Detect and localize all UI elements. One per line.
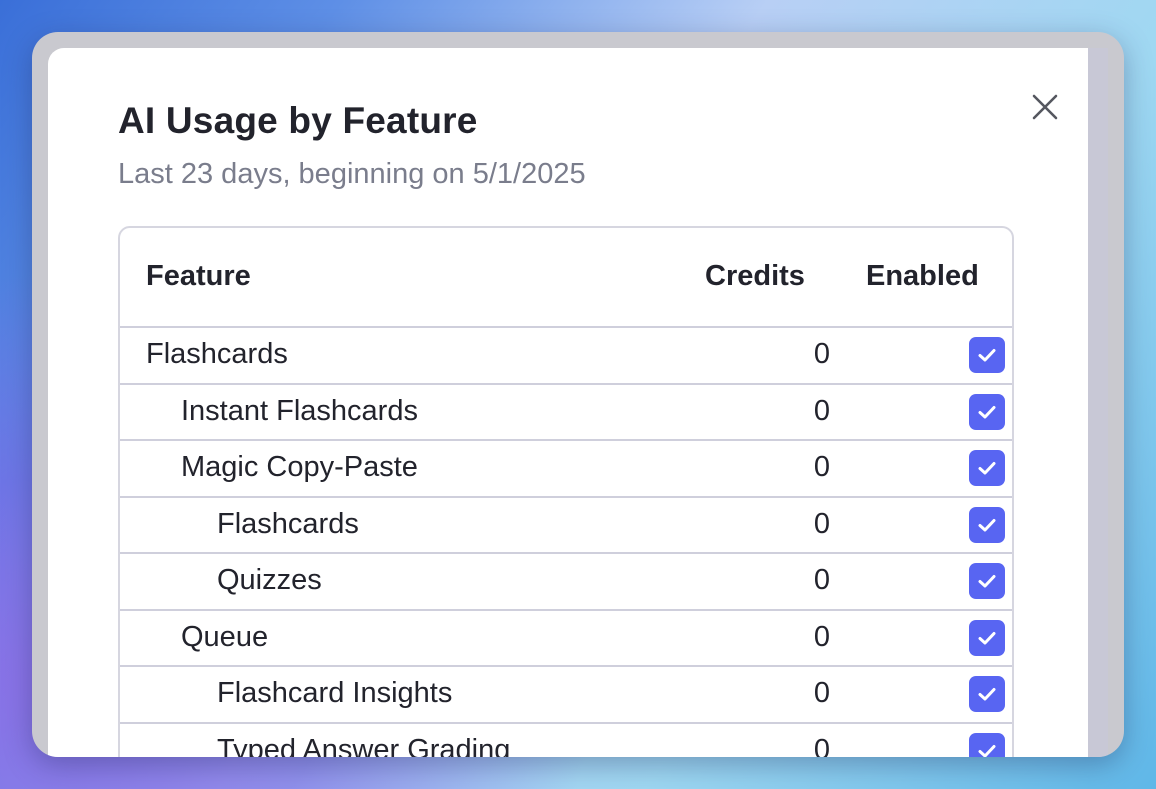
dialog-subtitle: Last 23 days, beginning on 5/1/2025 bbox=[118, 158, 586, 190]
column-header-credits: Credits bbox=[705, 260, 805, 292]
enabled-checkbox[interactable] bbox=[969, 732, 1005, 757]
feature-credits: 0 bbox=[813, 394, 830, 427]
enabled-checkbox[interactable] bbox=[969, 450, 1005, 486]
table-row: Typed Answer Grading 0 bbox=[120, 724, 1012, 758]
dialog-title: AI Usage by Feature bbox=[118, 100, 478, 141]
usage-table: Feature Credits Enabled Flashcards 0 Insta… bbox=[118, 226, 1014, 757]
checkmark-icon bbox=[978, 462, 996, 475]
table-row: Instant Flashcards 0 bbox=[120, 385, 1012, 441]
checkmark-icon bbox=[978, 349, 996, 362]
checkmark-icon bbox=[978, 744, 996, 757]
feature-credits: 0 bbox=[813, 677, 830, 709]
usage-dialog: AI Usage by Feature Last 23 days, beginn… bbox=[48, 48, 1088, 757]
table-row: Magic Copy-Paste 0 bbox=[120, 441, 1012, 498]
checkmark-icon bbox=[978, 575, 996, 588]
enabled-checkbox[interactable] bbox=[969, 676, 1005, 712]
enabled-checkbox[interactable] bbox=[969, 393, 1005, 430]
close-button[interactable] bbox=[1030, 92, 1060, 122]
feature-name: Magic Copy-Paste bbox=[181, 451, 418, 483]
table-row: Flashcards 0 bbox=[120, 498, 1012, 554]
feature-credits: 0 bbox=[813, 564, 830, 596]
checkmark-icon bbox=[978, 518, 996, 531]
window-frame: AI Usage by Feature Last 23 days, beginn… bbox=[32, 32, 1124, 757]
enabled-checkbox[interactable] bbox=[969, 619, 1005, 656]
feature-credits: 0 bbox=[813, 507, 830, 540]
table-row: Flashcard Insights 0 bbox=[120, 667, 1012, 724]
feature-name: Instant Flashcards bbox=[181, 394, 418, 427]
enabled-checkbox[interactable] bbox=[969, 563, 1005, 599]
table-row: Flashcards 0 bbox=[120, 328, 1012, 385]
feature-name: Quizzes bbox=[217, 564, 322, 596]
enabled-checkbox[interactable] bbox=[969, 506, 1005, 543]
feature-name: Flashcard Insights bbox=[217, 677, 453, 709]
table-row: Queue 0 bbox=[120, 611, 1012, 667]
feature-name: Typed Answer Grading bbox=[217, 733, 511, 758]
feature-credits: 0 bbox=[813, 620, 830, 653]
table-body: Flashcards 0 Instant Flashcards 0 Magic Copy… bbox=[120, 328, 1012, 757]
table-row: Quizzes 0 bbox=[120, 554, 1012, 611]
close-icon bbox=[1032, 94, 1058, 120]
feature-name: Flashcards bbox=[146, 338, 288, 370]
column-header-feature: Feature bbox=[146, 260, 251, 292]
scrollbar-track[interactable] bbox=[1086, 48, 1108, 757]
table-header: Feature Credits Enabled bbox=[120, 228, 1012, 328]
feature-credits: 0 bbox=[813, 733, 830, 758]
feature-credits: 0 bbox=[813, 338, 830, 370]
enabled-checkbox[interactable] bbox=[969, 337, 1005, 373]
feature-credits: 0 bbox=[813, 451, 830, 483]
checkmark-icon bbox=[978, 631, 996, 644]
feature-name: Flashcards bbox=[217, 507, 359, 540]
checkmark-icon bbox=[978, 405, 996, 418]
checkmark-icon bbox=[978, 688, 996, 701]
column-header-enabled: Enabled bbox=[866, 260, 979, 292]
feature-name: Queue bbox=[181, 620, 269, 653]
